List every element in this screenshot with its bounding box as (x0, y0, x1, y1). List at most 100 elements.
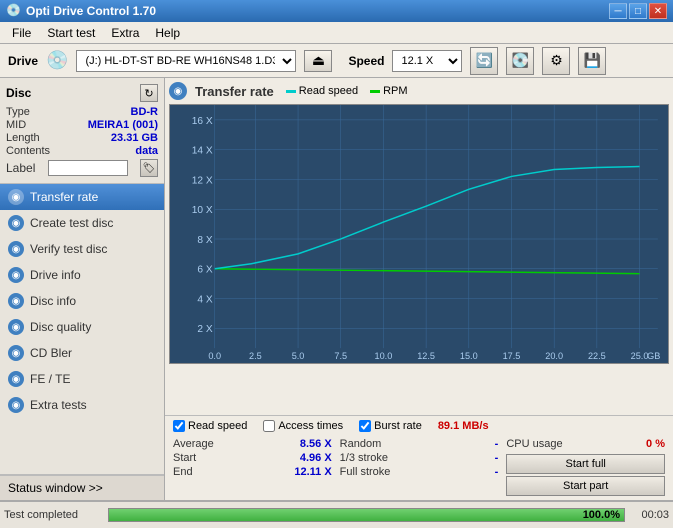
burst-rate-value: 89.1 MB/s (438, 420, 489, 432)
random-label: Random (340, 438, 390, 450)
full-stroke-label: Full stroke (340, 466, 391, 478)
end-stat: End 12.11 X (173, 466, 332, 478)
svg-text:15.0: 15.0 (460, 351, 478, 361)
nav-disc-quality[interactable]: ◉ Disc quality (0, 314, 164, 340)
svg-text:2.5: 2.5 (249, 351, 262, 361)
eject-button[interactable]: ⏏ (304, 50, 332, 72)
chart-header: ◉ Transfer rate Read speed RPM (169, 82, 669, 100)
save-button[interactable]: 💾 (578, 47, 606, 75)
svg-text:8 X: 8 X (197, 235, 213, 246)
minimize-button[interactable]: ─ (609, 3, 627, 19)
disc-length-label: Length (6, 132, 40, 144)
extra-tests-icon: ◉ (8, 397, 24, 413)
transfer-rate-icon: ◉ (8, 189, 24, 205)
chart-title: Transfer rate (195, 84, 274, 99)
drive-bar: Drive 💿 (J:) HL-DT-ST BD-RE WH16NS48 1.D… (0, 44, 673, 78)
chart-icon: ◉ (169, 82, 187, 100)
stats-col-left: Average 8.56 X Start 4.96 X End 12.11 X (173, 436, 332, 496)
read-speed-legend-dot (286, 90, 296, 93)
nav-extra-tests-label: Extra tests (30, 398, 87, 412)
start-part-button[interactable]: Start part (506, 476, 665, 496)
status-window-button[interactable]: Status window >> (0, 475, 164, 500)
svg-text:12 X: 12 X (192, 175, 213, 186)
disc-button[interactable]: 💽 (506, 47, 534, 75)
menu-extra[interactable]: Extra (103, 24, 147, 42)
random-value: - (448, 438, 498, 450)
close-button[interactable]: ✕ (649, 3, 667, 19)
disc-label-input[interactable] (48, 160, 128, 176)
access-times-checkbox-text: Access times (278, 420, 343, 432)
app-title: Opti Drive Control 1.70 (26, 4, 156, 18)
start-full-button[interactable]: Start full (506, 454, 665, 474)
drive-icon: 💿 (46, 50, 68, 71)
create-test-disc-icon: ◉ (8, 215, 24, 231)
access-times-checkbox[interactable] (263, 420, 275, 432)
svg-text:16 X: 16 X (192, 116, 213, 127)
one-third-value: - (448, 452, 498, 464)
drive-select[interactable]: (J:) HL-DT-ST BD-RE WH16NS48 1.D3 (76, 50, 296, 72)
disc-label-btn[interactable]: 🏷 (140, 159, 158, 177)
disc-length-value: 23.31 GB (111, 132, 158, 144)
app-icon: 💿 (6, 3, 22, 19)
right-panel: ◉ Transfer rate Read speed RPM (165, 78, 673, 500)
sidebar: Disc ↻ Type BD-R MID MEIRA1 (001) Length… (0, 78, 165, 500)
cd-bler-icon: ◉ (8, 345, 24, 361)
start-label: Start (173, 452, 223, 464)
maximize-button[interactable]: □ (629, 3, 647, 19)
nav-verify-test-disc[interactable]: ◉ Verify test disc (0, 236, 164, 262)
speed-select[interactable]: 12.1 X (392, 50, 462, 72)
nav-verify-test-disc-label: Verify test disc (30, 242, 107, 256)
cpu-stat: CPU usage 0 % (506, 438, 665, 450)
main-content: Disc ↻ Type BD-R MID MEIRA1 (001) Length… (0, 78, 673, 500)
title-bar: 💿 Opti Drive Control 1.70 ─ □ ✕ (0, 0, 673, 22)
disc-contents-label: Contents (6, 145, 50, 157)
read-speed-checkbox-label[interactable]: Read speed (173, 420, 247, 432)
average-label: Average (173, 438, 223, 450)
nav-items: ◉ Transfer rate ◉ Create test disc ◉ Ver… (0, 184, 164, 474)
average-stat: Average 8.56 X (173, 438, 332, 450)
window-controls: ─ □ ✕ (609, 3, 667, 19)
refresh-speed-button[interactable]: 🔄 (470, 47, 498, 75)
svg-text:25.0: 25.0 (631, 351, 649, 361)
start-value: 4.96 X (282, 452, 332, 464)
nav-fe-te[interactable]: ◉ FE / TE (0, 366, 164, 392)
svg-text:17.5: 17.5 (503, 351, 521, 361)
speed-label: Speed (348, 54, 384, 68)
nav-extra-tests[interactable]: ◉ Extra tests (0, 392, 164, 418)
nav-create-test-disc[interactable]: ◉ Create test disc (0, 210, 164, 236)
full-stroke-value: - (448, 466, 498, 478)
settings-button[interactable]: ⚙ (542, 47, 570, 75)
nav-drive-info[interactable]: ◉ Drive info (0, 262, 164, 288)
menu-help[interactable]: Help (147, 24, 188, 42)
read-speed-checkbox-text: Read speed (188, 420, 247, 432)
stats-col-middle: Random - 1/3 stroke - Full stroke - (340, 436, 499, 496)
nav-disc-info-label: Disc info (30, 294, 76, 308)
access-times-checkbox-label[interactable]: Access times (263, 420, 343, 432)
disc-refresh-button[interactable]: ↻ (140, 84, 158, 102)
progress-text: 100.0% (583, 509, 620, 521)
nav-cd-bler[interactable]: ◉ CD Bler (0, 340, 164, 366)
rpm-legend-label: RPM (383, 85, 407, 97)
nav-transfer-rate-label: Transfer rate (30, 190, 98, 204)
read-speed-checkbox[interactable] (173, 420, 185, 432)
svg-text:7.5: 7.5 (334, 351, 347, 361)
chart-area: ◉ Transfer rate Read speed RPM (165, 78, 673, 415)
disc-contents-value: data (135, 145, 158, 157)
menu-file[interactable]: File (4, 24, 39, 42)
disc-type-label: Type (6, 106, 30, 118)
menu-start-test[interactable]: Start test (39, 24, 103, 42)
drive-label: Drive (8, 54, 38, 68)
nav-disc-info[interactable]: ◉ Disc info (0, 288, 164, 314)
start-stat: Start 4.96 X (173, 452, 332, 464)
drive-info-icon: ◉ (8, 267, 24, 283)
svg-text:GB: GB (647, 351, 660, 361)
burst-rate-checkbox-label[interactable]: Burst rate (359, 420, 422, 432)
nav-transfer-rate[interactable]: ◉ Transfer rate (0, 184, 164, 210)
fe-te-icon: ◉ (8, 371, 24, 387)
status-time: 00:03 (629, 509, 669, 521)
progress-bar-container: 100.0% (108, 508, 625, 522)
burst-rate-checkbox[interactable] (359, 420, 371, 432)
svg-text:12.5: 12.5 (417, 351, 435, 361)
nav-drive-info-label: Drive info (30, 268, 81, 282)
chart-svg: 16 X 14 X 12 X 10 X 8 X 6 X 4 X 2 X 0.0 … (170, 105, 668, 363)
